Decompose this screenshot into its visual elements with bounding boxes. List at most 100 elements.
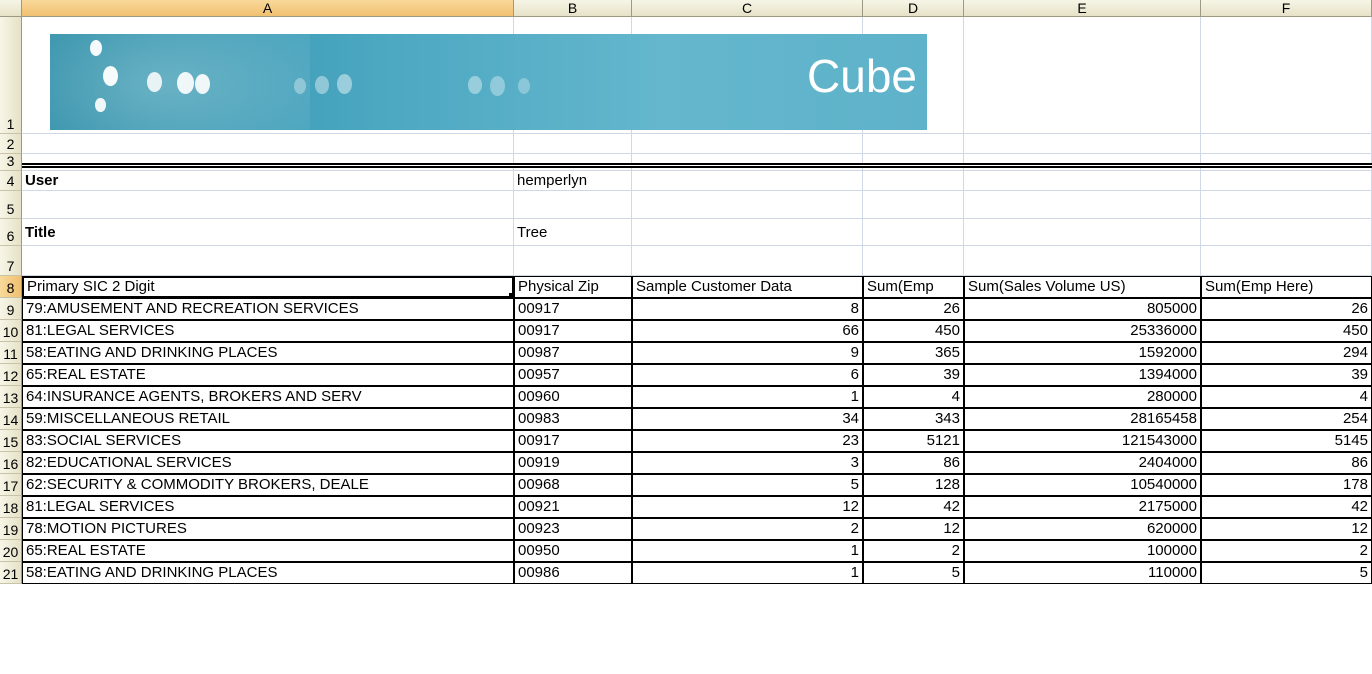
table-cell[interactable]: 00917 xyxy=(514,430,632,452)
table-cell[interactable]: 00950 xyxy=(514,540,632,562)
table-cell[interactable]: 280000 xyxy=(964,386,1201,408)
table-cell[interactable]: 86 xyxy=(863,452,964,474)
column-header-b[interactable]: B xyxy=(514,0,632,17)
table-row-label[interactable]: 65:REAL ESTATE xyxy=(22,540,514,562)
cell-e7[interactable] xyxy=(964,246,1201,276)
table-cell[interactable]: 00917 xyxy=(514,320,632,342)
row-header-6[interactable]: 6 xyxy=(0,219,22,246)
fill-handle[interactable] xyxy=(508,292,512,296)
row-header-8[interactable]: 8 xyxy=(0,276,22,298)
table-cell[interactable]: 1394000 xyxy=(964,364,1201,386)
table-cell[interactable]: 42 xyxy=(863,496,964,518)
cell-d7[interactable] xyxy=(863,246,964,276)
table-cell[interactable]: 5145 xyxy=(1201,430,1372,452)
title-value-cell[interactable]: Tree xyxy=(514,219,632,246)
table-cell[interactable]: 9 xyxy=(632,342,863,364)
table-cell[interactable]: 121543000 xyxy=(964,430,1201,452)
table-cell[interactable]: 00919 xyxy=(514,452,632,474)
column-header-e[interactable]: E xyxy=(964,0,1201,17)
cell-f5[interactable] xyxy=(1201,191,1372,219)
table-row-label[interactable]: 59:MISCELLANEOUS RETAIL xyxy=(22,408,514,430)
column-header-f[interactable]: F xyxy=(1201,0,1372,17)
cell-d5[interactable] xyxy=(863,191,964,219)
row-header-4[interactable]: 4 xyxy=(0,171,22,191)
table-cell[interactable]: 2 xyxy=(863,540,964,562)
table-cell[interactable]: 5 xyxy=(863,562,964,584)
cell-e1[interactable] xyxy=(964,17,1201,134)
table-row-label[interactable]: 81:LEGAL SERVICES xyxy=(22,496,514,518)
table-cell[interactable]: 178 xyxy=(1201,474,1372,496)
table-cell[interactable]: 26 xyxy=(863,298,964,320)
table-row-label[interactable]: 82:EDUCATIONAL SERVICES xyxy=(22,452,514,474)
select-all-corner[interactable] xyxy=(0,0,22,17)
user-label-cell[interactable]: User xyxy=(22,171,514,191)
cell-a7[interactable] xyxy=(22,246,514,276)
table-cell[interactable]: 6 xyxy=(632,364,863,386)
row-header-2[interactable]: 2 xyxy=(0,134,22,154)
table-cell[interactable]: 2404000 xyxy=(964,452,1201,474)
table-cell[interactable]: 1592000 xyxy=(964,342,1201,364)
row-header-10[interactable]: 10 xyxy=(0,320,22,342)
cell-d2[interactable] xyxy=(863,134,964,154)
table-cell[interactable]: 4 xyxy=(863,386,964,408)
table-cell[interactable]: 23 xyxy=(632,430,863,452)
table-cell[interactable]: 3 xyxy=(632,452,863,474)
table-cell[interactable]: 5121 xyxy=(863,430,964,452)
table-cell[interactable]: 00921 xyxy=(514,496,632,518)
row-header-9[interactable]: 9 xyxy=(0,298,22,320)
table-cell[interactable]: 128 xyxy=(863,474,964,496)
table-cell[interactable]: 42 xyxy=(1201,496,1372,518)
cell-c5[interactable] xyxy=(632,191,863,219)
table-cell[interactable]: 00960 xyxy=(514,386,632,408)
table-cell[interactable]: 365 xyxy=(863,342,964,364)
table-row-label[interactable]: 65:REAL ESTATE xyxy=(22,364,514,386)
table-cell[interactable]: 00986 xyxy=(514,562,632,584)
table-row-label[interactable]: 64:INSURANCE AGENTS, BROKERS AND SERV xyxy=(22,386,514,408)
table-cell[interactable]: 4 xyxy=(1201,386,1372,408)
table-cell[interactable]: 110000 xyxy=(964,562,1201,584)
table-cell[interactable]: 1 xyxy=(632,562,863,584)
table-cell[interactable]: 66 xyxy=(632,320,863,342)
cell-f7[interactable] xyxy=(1201,246,1372,276)
title-label-cell[interactable]: Title xyxy=(22,219,514,246)
table-cell[interactable]: 86 xyxy=(1201,452,1372,474)
table-cell[interactable]: 5 xyxy=(1201,562,1372,584)
cell-d4[interactable] xyxy=(863,171,964,191)
table-row-label[interactable]: 58:EATING AND DRINKING PLACES xyxy=(22,562,514,584)
cell-f2[interactable] xyxy=(1201,134,1372,154)
table-cell[interactable]: 294 xyxy=(1201,342,1372,364)
table-cell[interactable]: 620000 xyxy=(964,518,1201,540)
table-header-5[interactable]: Sum(Emp Here) xyxy=(1201,276,1372,298)
row-header-19[interactable]: 19 xyxy=(0,518,22,540)
table-cell[interactable]: 00923 xyxy=(514,518,632,540)
cell-f1[interactable] xyxy=(1201,17,1372,134)
table-cell[interactable]: 12 xyxy=(632,496,863,518)
row-header-11[interactable]: 11 xyxy=(0,342,22,364)
cell-f6[interactable] xyxy=(1201,219,1372,246)
row-header-21[interactable]: 21 xyxy=(0,562,22,584)
table-cell[interactable]: 2175000 xyxy=(964,496,1201,518)
table-cell[interactable]: 343 xyxy=(863,408,964,430)
table-row-label[interactable]: 81:LEGAL SERVICES xyxy=(22,320,514,342)
table-cell[interactable]: 00968 xyxy=(514,474,632,496)
cell-d6[interactable] xyxy=(863,219,964,246)
table-cell[interactable]: 00987 xyxy=(514,342,632,364)
column-header-a[interactable]: A xyxy=(22,0,514,17)
table-cell[interactable]: 28165458 xyxy=(964,408,1201,430)
cell-b5[interactable] xyxy=(514,191,632,219)
cell-e5[interactable] xyxy=(964,191,1201,219)
table-header-3[interactable]: Sum(Emp xyxy=(863,276,964,298)
table-cell[interactable]: 12 xyxy=(863,518,964,540)
row-header-3[interactable]: 3 xyxy=(0,153,22,171)
table-cell[interactable]: 2 xyxy=(632,518,863,540)
row-header-12[interactable]: 12 xyxy=(0,364,22,386)
table-cell[interactable]: 450 xyxy=(1201,320,1372,342)
row-header-15[interactable]: 15 xyxy=(0,430,22,452)
table-cell[interactable]: 10540000 xyxy=(964,474,1201,496)
cell-a5[interactable] xyxy=(22,191,514,219)
row-header-1[interactable]: 1 xyxy=(0,17,22,134)
cell-e2[interactable] xyxy=(964,134,1201,154)
row-header-17[interactable]: 17 xyxy=(0,474,22,496)
table-row-label[interactable]: 58:EATING AND DRINKING PLACES xyxy=(22,342,514,364)
table-row-label[interactable]: 62:SECURITY & COMMODITY BROKERS, DEALE xyxy=(22,474,514,496)
